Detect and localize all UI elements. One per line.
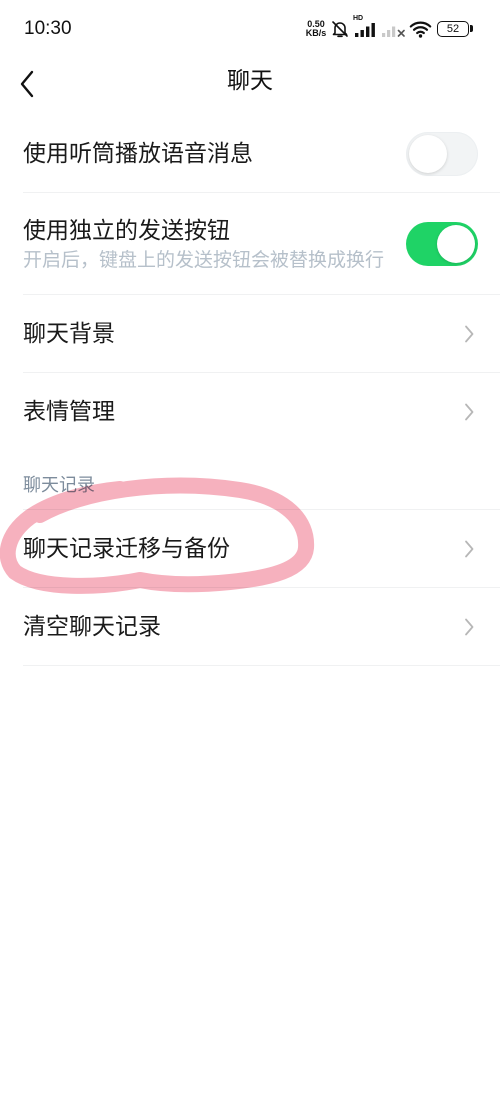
battery-level: 52 — [446, 23, 460, 35]
bell-off-icon — [332, 21, 348, 38]
setting-row-earpiece-playback[interactable]: 使用听筒播放语音消息 — [0, 115, 500, 193]
status-time: 10:30 — [24, 18, 72, 39]
setting-row-sticker-management[interactable]: 表情管理 — [0, 373, 500, 451]
setting-label: 使用独立的发送按钮 — [23, 217, 230, 244]
chevron-right-icon — [465, 403, 474, 421]
wifi-icon — [409, 21, 432, 38]
setting-description: 开启后，键盘上的发送按钮会被替换成换行 — [23, 248, 385, 271]
setting-label: 表情管理 — [23, 399, 115, 425]
setting-label: 聊天记录迁移与备份 — [23, 536, 230, 562]
page-title: 聊天 — [227, 68, 273, 94]
toggle-knob — [437, 225, 475, 263]
toggle-knob — [409, 135, 447, 173]
setting-row-migrate-backup[interactable]: 聊天记录迁移与备份 — [0, 510, 500, 588]
separate-send-button-toggle[interactable] — [406, 222, 478, 266]
setting-row-clear-history[interactable]: 清空聊天记录 — [0, 588, 500, 666]
settings-list: 使用听筒播放语音消息 使用独立的发送按钮 开启后，键盘上的发送按钮会被替换成换行… — [0, 115, 500, 666]
status-bar: 10:30 0.50 KB/s HD 52 — [0, 0, 500, 56]
chevron-right-icon — [465, 540, 474, 558]
signal-off-icon — [382, 26, 405, 37]
network-speed-unit: KB/s — [305, 28, 327, 38]
chevron-right-icon — [465, 618, 474, 636]
section-title: 聊天记录 — [23, 475, 95, 496]
network-speed: 0.50 KB/s — [301, 20, 331, 38]
setting-label: 清空聊天记录 — [23, 614, 161, 640]
earpiece-playback-toggle[interactable] — [406, 132, 478, 176]
setting-text-block: 使用独立的发送按钮 开启后，键盘上的发送按钮会被替换成换行 — [23, 216, 384, 273]
setting-row-chat-background[interactable]: 聊天背景 — [0, 295, 500, 373]
signal-icon — [355, 23, 375, 37]
battery-icon: 52 — [437, 21, 469, 37]
chevron-right-icon — [465, 325, 474, 343]
battery-nub — [470, 25, 473, 32]
setting-label: 使用听筒播放语音消息 — [23, 141, 253, 167]
setting-label: 聊天背景 — [23, 321, 115, 347]
nav-header: 聊天 — [0, 56, 500, 112]
setting-row-separate-send-button[interactable]: 使用独立的发送按钮 开启后，键盘上的发送按钮会被替换成换行 — [0, 193, 500, 295]
section-header-chat-history: 聊天记录 — [0, 451, 500, 510]
